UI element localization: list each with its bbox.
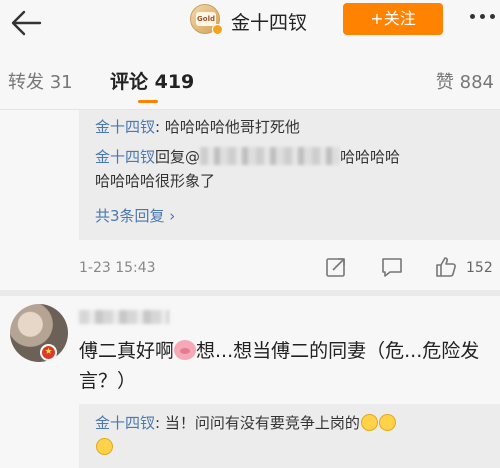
redacted-username[interactable] (79, 310, 169, 324)
reply-text-suffix: 哈哈哈哈 (340, 148, 401, 166)
like-count: 152 (466, 260, 493, 276)
member-badge-icon: ★ (40, 344, 57, 361)
tab-bar: 转发 31 评论 419 赞 884 (0, 52, 500, 110)
smile-emoji-icon (96, 438, 113, 455)
reply-text-line2: 哈哈哈哈很形象了 (95, 172, 216, 190)
reply-item-continuation (95, 438, 113, 456)
more-icon[interactable] (470, 14, 500, 20)
follow-button[interactable]: +关注 (343, 3, 443, 35)
more-replies-link[interactable]: 共3条回复 › (95, 205, 175, 226)
avatar[interactable] (10, 304, 68, 362)
reply-author[interactable]: 金十四钗 (95, 148, 155, 166)
tab-repost[interactable]: 转发 31 (8, 68, 73, 94)
active-tab-indicator (138, 100, 158, 103)
verified-badge-icon (212, 24, 223, 35)
comment-item: ★ 傅二真好啊 想...想当傅二的同妻（危...危险发言？） 金十四钗: 当！问问… (0, 296, 500, 468)
reply-text: : 哈哈哈哈他哥打死他 (155, 118, 300, 136)
comment-time: 1-23 15:43 (79, 260, 156, 276)
reply-author[interactable]: 金十四钗 (95, 414, 155, 432)
back-arrow-icon[interactable] (8, 8, 42, 38)
smile-emoji-icon (378, 414, 396, 431)
pig-emoji-icon (174, 340, 197, 360)
reply-text-prefix: 回复@ (155, 148, 201, 166)
comment-item: 金十四钗: 哈哈哈哈他哥打死他 金十四钗回复@ 哈哈哈哈 哈哈哈哈很形象了 共3条… (0, 110, 500, 290)
user-name[interactable]: 金十四钗 (231, 8, 307, 35)
reply-item[interactable]: 金十四钗: 哈哈哈哈他哥打死他 (95, 116, 300, 137)
reply-list[interactable]: 金十四钗: 当！问问有没有要竞争上岗的 (79, 404, 500, 468)
top-nav: Gold 金十四钗 +关注 (0, 0, 500, 52)
share-icon[interactable] (324, 255, 348, 279)
tab-like[interactable]: 赞 884 (436, 68, 494, 94)
reply-text: : 当！问问有没有要竞争上岗的 (155, 414, 360, 432)
reply-author[interactable]: 金十四钗 (95, 118, 155, 136)
thumbs-up-icon[interactable] (434, 255, 458, 279)
avatar-text: Gold (196, 12, 216, 26)
comment-text: 傅二真好啊 想...想当傅二的同妻（危...危险发言？） (79, 336, 489, 396)
smile-emoji-icon (360, 414, 378, 431)
tab-comment[interactable]: 评论 419 (110, 67, 194, 94)
reply-item[interactable]: 金十四钗回复@ 哈哈哈哈 (95, 146, 400, 167)
reply-item[interactable]: 金十四钗: 当！问问有没有要竞争上岗的 (95, 412, 396, 433)
redacted-username (200, 147, 341, 165)
reply-list[interactable]: 金十四钗: 哈哈哈哈他哥打死他 金十四钗回复@ 哈哈哈哈 哈哈哈哈很形象了 共3条… (79, 110, 500, 240)
comment-text-part1: 傅二真好啊 (79, 340, 175, 362)
comment-icon[interactable] (380, 255, 404, 279)
